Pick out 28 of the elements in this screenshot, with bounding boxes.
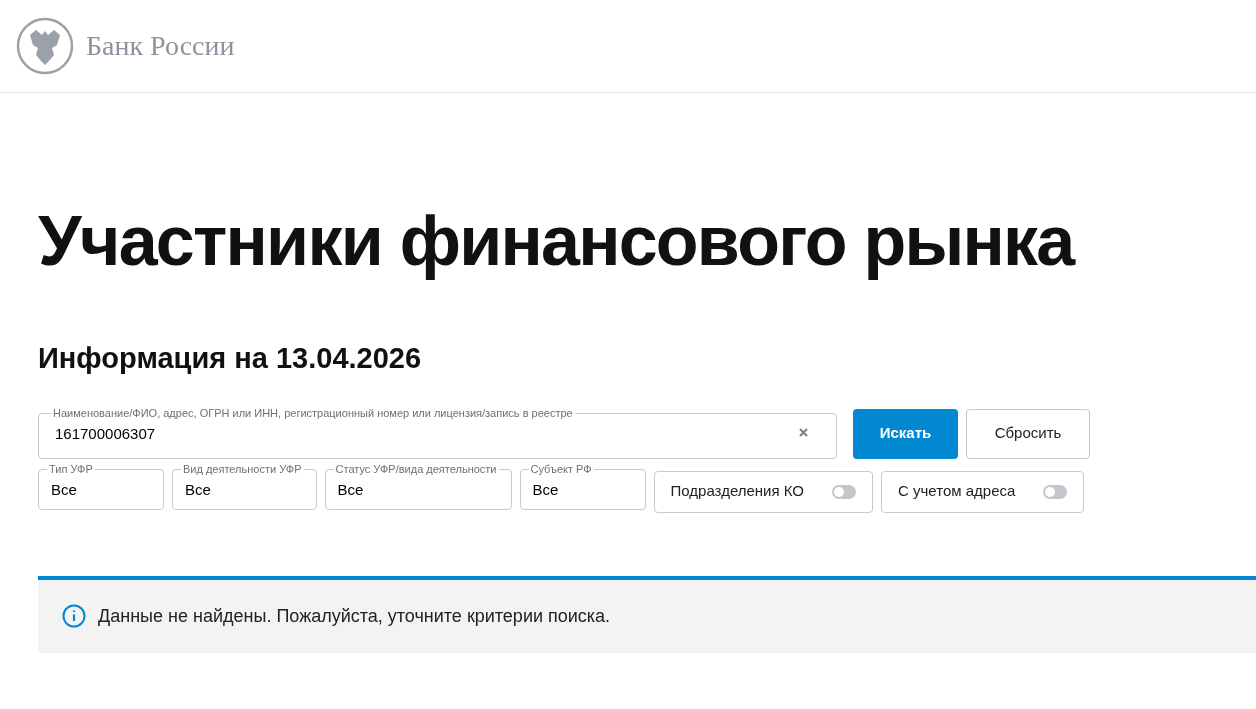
filter-select[interactable]: Тип УФР Все	[38, 463, 164, 510]
field-label: Субъект РФ	[529, 463, 593, 475]
select-value: Все	[532, 479, 560, 500]
field-label: Вид деятельности УФР	[182, 463, 303, 475]
toggle-switch[interactable]	[832, 484, 856, 499]
filter-select[interactable]: Статус УФР/вида деятельности Все	[324, 463, 512, 510]
filter-select[interactable]: Субъект РФ Все	[519, 463, 646, 510]
reset-button[interactable]: Сбросить	[966, 408, 1090, 459]
field-label: Статус УФР/вида деятельности	[334, 463, 498, 475]
field-label: Наименование/ФИО, адрес, ОГРН или ИНН, регистрационный номер или лицензия/запись в реестре	[52, 408, 574, 419]
toggle-filter[interactable]: С учетом адреса	[881, 470, 1085, 513]
info-icon	[62, 604, 86, 628]
search-value: 161700006307	[55, 424, 157, 444]
clear-icon[interactable]	[799, 427, 808, 437]
toggle-filter[interactable]: Подразделения КО	[653, 470, 873, 513]
select-value: Все	[185, 479, 212, 500]
field-label: Тип УФР	[48, 463, 94, 475]
search-field[interactable]: Наименование/ФИО, адрес, ОГРН или ИНН, регистрационный номер или лицензия/запись в реестре 161700006307	[38, 408, 837, 459]
info-date-heading: Информация на 13.04.2026	[38, 344, 423, 373]
filter-select[interactable]: Вид деятельности УФР Все	[172, 463, 317, 510]
toggle-label: С учетом адреса	[898, 481, 1016, 502]
toggle-label: Подразделения КО	[670, 481, 804, 502]
logo-text: Банк России	[86, 29, 235, 63]
select-value: Все	[51, 479, 78, 500]
search-button[interactable]: Искать	[853, 408, 958, 459]
toggle-switch[interactable]	[1043, 484, 1068, 499]
select-value: Все	[337, 479, 365, 500]
notice-text: Данные не найдены. Пожалуйста, уточните критерии поиска.	[98, 604, 611, 628]
